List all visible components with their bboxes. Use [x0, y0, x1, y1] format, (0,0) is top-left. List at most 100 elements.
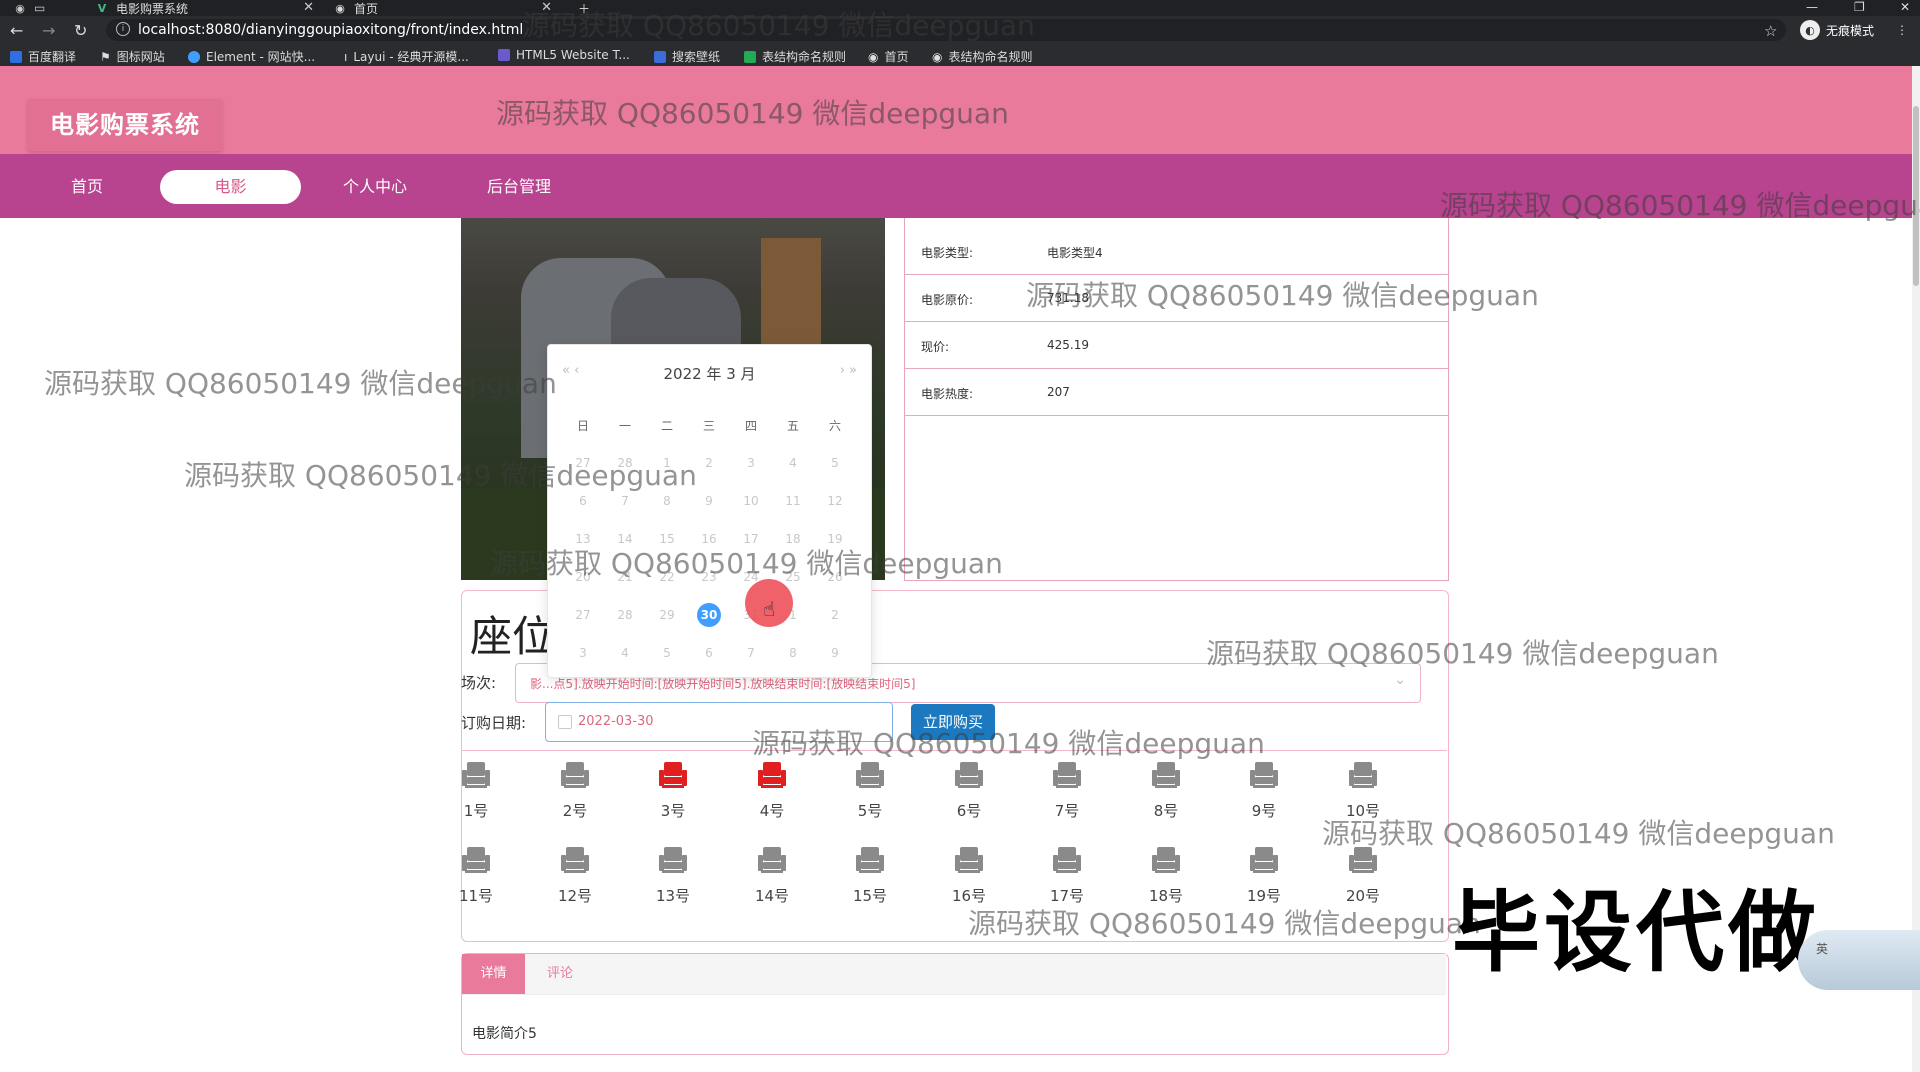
bookmark-item[interactable]: ◉ 表结构命名规则: [932, 48, 1033, 65]
seat[interactable]: 10号: [1328, 760, 1398, 821]
browser-menu-icon[interactable]: ◉ ▭: [14, 0, 54, 16]
tab-details[interactable]: 详情: [462, 954, 525, 994]
calendar-day[interactable]: 27: [562, 603, 604, 627]
seat[interactable]: 16号: [934, 845, 1004, 906]
next-month-icon[interactable]: › »: [840, 363, 857, 378]
bookmark-star-icon[interactable]: ☆: [1764, 22, 1777, 40]
seat[interactable]: 14号: [737, 845, 807, 906]
calendar-day[interactable]: 15: [646, 527, 688, 551]
calendar-day[interactable]: 8: [646, 489, 688, 513]
bookmark-item[interactable]: 表结构命名规则: [744, 48, 846, 65]
seat[interactable]: 2号: [540, 760, 610, 821]
calendar-day[interactable]: 14: [604, 527, 646, 551]
restore-icon[interactable]: ❐: [1854, 0, 1865, 14]
calendar-day[interactable]: 28: [604, 451, 646, 475]
calendar-day[interactable]: 5: [646, 641, 688, 665]
calendar-day[interactable]: 26: [814, 565, 856, 589]
nav-admin[interactable]: 后台管理: [474, 170, 564, 204]
reload-icon[interactable]: ↻: [74, 21, 87, 40]
bookmark-item[interactable]: Element - 网站快...: [188, 48, 315, 65]
calendar-day[interactable]: 20: [562, 565, 604, 589]
calendar-day[interactable]: 12: [814, 489, 856, 513]
calendar-day[interactable]: 19: [814, 527, 856, 551]
back-icon[interactable]: ←: [10, 21, 23, 40]
seat-number: 4号: [759, 802, 785, 820]
ime-widget[interactable]: 英: [1798, 930, 1920, 990]
new-tab-icon[interactable]: ＋: [578, 0, 590, 16]
calendar-day[interactable]: 28: [604, 603, 646, 627]
seat[interactable]: 3号: [638, 760, 708, 821]
forward-icon[interactable]: →: [42, 21, 55, 40]
nav-personal-center[interactable]: 个人中心: [330, 170, 420, 204]
seat[interactable]: 1号: [441, 760, 511, 821]
seat[interactable]: 12号: [540, 845, 610, 906]
calendar-day[interactable]: 2: [688, 451, 730, 475]
calendar-day[interactable]: 3: [730, 451, 772, 475]
calendar-day[interactable]: 4: [604, 641, 646, 665]
calendar-day[interactable]: 22: [646, 565, 688, 589]
calendar-day[interactable]: 7: [730, 641, 772, 665]
calendar-day[interactable]: 5: [814, 451, 856, 475]
calendar-day[interactable]: 9: [688, 489, 730, 513]
calendar-day[interactable]: 2: [814, 603, 856, 627]
calendar-day[interactable]: 8: [772, 641, 814, 665]
calendar-day[interactable]: 4: [772, 451, 814, 475]
seat[interactable]: 11号: [441, 845, 511, 906]
site-info-icon[interactable]: i: [116, 22, 130, 36]
calendar-day[interactable]: 9: [814, 641, 856, 665]
calendar-day[interactable]: 17: [730, 527, 772, 551]
seat[interactable]: 20号: [1328, 845, 1398, 906]
seat[interactable]: 5号: [835, 760, 905, 821]
calendar-day[interactable]: 11: [772, 489, 814, 513]
calendar-day[interactable]: 16: [688, 527, 730, 551]
seat[interactable]: 8号: [1131, 760, 1201, 821]
seat[interactable]: 6号: [934, 760, 1004, 821]
browser-tab-movie[interactable]: V 电影购票系统 ✕: [96, 0, 314, 16]
bookmark-item[interactable]: ı Layui - 经典开源模...: [344, 48, 469, 65]
seat[interactable]: 19号: [1229, 845, 1299, 906]
close-tab-icon[interactable]: ✕: [541, 0, 552, 15]
calendar-day[interactable]: 27: [562, 451, 604, 475]
bookmark-item[interactable]: HTML5 Website T...: [498, 48, 630, 62]
seat[interactable]: 7号: [1032, 760, 1102, 821]
more-menu-icon[interactable]: ⋮: [1896, 23, 1908, 37]
scrollbar-thumb[interactable]: [1913, 106, 1919, 286]
bookmark-item[interactable]: ◉ 首页: [868, 48, 909, 65]
tab-comments[interactable]: 评论: [527, 954, 593, 994]
close-tab-icon[interactable]: ✕: [303, 0, 314, 15]
order-date-input[interactable]: 2022-03-30: [545, 702, 893, 742]
calendar-day[interactable]: 10: [730, 489, 772, 513]
calendar-day[interactable]: 30: [688, 603, 730, 627]
bookmark-item[interactable]: 搜索壁纸: [654, 48, 720, 65]
incognito-indicator[interactable]: ◐ 无痕模式 ⋮: [1800, 20, 1908, 40]
url-box[interactable]: i localhost:8080/dianyinggoupiaoxitong/f…: [106, 19, 1786, 41]
calendar-day[interactable]: 13: [562, 527, 604, 551]
nav-movies[interactable]: 电影: [160, 170, 301, 204]
page-scrollbar[interactable]: [1912, 66, 1920, 1072]
bookmark-item[interactable]: 百度翻译: [10, 48, 76, 65]
browser-tab-home[interactable]: ◉ 首页 ✕: [334, 0, 552, 16]
url-text[interactable]: localhost:8080/dianyinggoupiaoxitong/fro…: [138, 22, 523, 38]
site-logo[interactable]: 电影购票系统: [28, 99, 222, 151]
calendar-day[interactable]: 23: [688, 565, 730, 589]
calendar-day[interactable]: 6: [688, 641, 730, 665]
calendar-day[interactable]: 7: [604, 489, 646, 513]
calendar-day[interactable]: 3: [562, 641, 604, 665]
seat[interactable]: 17号: [1032, 845, 1102, 906]
calendar-day[interactable]: 29: [646, 603, 688, 627]
bookmark-item[interactable]: ⚑ 图标网站: [100, 48, 165, 65]
nav-home[interactable]: 首页: [42, 170, 132, 204]
seat[interactable]: 9号: [1229, 760, 1299, 821]
calendar-day[interactable]: 21: [604, 565, 646, 589]
seat[interactable]: 18号: [1131, 845, 1201, 906]
seat[interactable]: 13号: [638, 845, 708, 906]
buy-now-button[interactable]: 立即购买: [911, 704, 995, 740]
calendar-day[interactable]: 18: [772, 527, 814, 551]
calendar-day[interactable]: 6: [562, 489, 604, 513]
close-window-icon[interactable]: ✕: [1900, 0, 1910, 14]
seat[interactable]: 15号: [835, 845, 905, 906]
minimize-icon[interactable]: —: [1806, 0, 1818, 14]
weekday-label: 二: [660, 419, 673, 433]
seat[interactable]: 4号: [737, 760, 807, 821]
calendar-day[interactable]: 1: [646, 451, 688, 475]
